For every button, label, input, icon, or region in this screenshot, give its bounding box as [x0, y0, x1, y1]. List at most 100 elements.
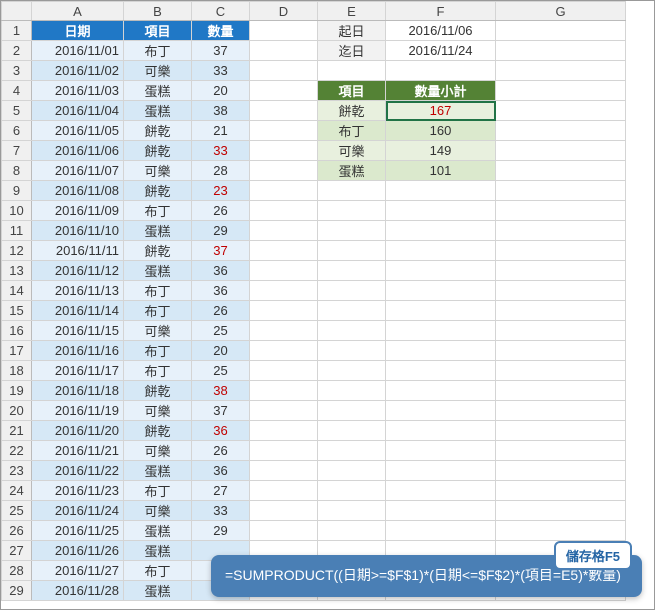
cell-A1[interactable]: 日期: [32, 21, 124, 41]
cell-C20[interactable]: 37: [192, 401, 250, 421]
cell-C1[interactable]: 數量: [192, 21, 250, 41]
cell-A13[interactable]: 2016/11/12: [32, 261, 124, 281]
row-13[interactable]: 13: [2, 261, 32, 281]
cell-G5[interactable]: [496, 101, 626, 121]
cell-D25[interactable]: [250, 501, 318, 521]
cell-E14[interactable]: [318, 281, 386, 301]
row-5[interactable]: 5: [2, 101, 32, 121]
cell-A22[interactable]: 2016/11/21: [32, 441, 124, 461]
cell-G18[interactable]: [496, 361, 626, 381]
cell-E17[interactable]: [318, 341, 386, 361]
cell-F4[interactable]: 數量小計: [386, 81, 496, 101]
cell-G15[interactable]: [496, 301, 626, 321]
cell-F18[interactable]: [386, 361, 496, 381]
cell-F16[interactable]: [386, 321, 496, 341]
cell-B8[interactable]: 可樂: [124, 161, 192, 181]
cell-G8[interactable]: [496, 161, 626, 181]
cell-E1[interactable]: 起日: [318, 21, 386, 41]
cell-F17[interactable]: [386, 341, 496, 361]
cell-B19[interactable]: 餅乾: [124, 381, 192, 401]
cell-B22[interactable]: 可樂: [124, 441, 192, 461]
cell-C21[interactable]: 36: [192, 421, 250, 441]
cell-A20[interactable]: 2016/11/19: [32, 401, 124, 421]
cell-B18[interactable]: 布丁: [124, 361, 192, 381]
cell-F1[interactable]: 2016/11/06: [386, 21, 496, 41]
row-19[interactable]: 19: [2, 381, 32, 401]
select-all-corner[interactable]: [2, 2, 32, 21]
cell-E25[interactable]: [318, 501, 386, 521]
cell-F7[interactable]: 149: [386, 141, 496, 161]
row-8[interactable]: 8: [2, 161, 32, 181]
col-D[interactable]: D: [250, 2, 318, 21]
cell-E2[interactable]: 迄日: [318, 41, 386, 61]
row-2[interactable]: 2: [2, 41, 32, 61]
row-24[interactable]: 24: [2, 481, 32, 501]
cell-C2[interactable]: 37: [192, 41, 250, 61]
cell-G1[interactable]: [496, 21, 626, 41]
cell-F3[interactable]: [386, 61, 496, 81]
cell-B11[interactable]: 蛋糕: [124, 221, 192, 241]
cell-E13[interactable]: [318, 261, 386, 281]
col-G[interactable]: G: [496, 2, 626, 21]
cell-E12[interactable]: [318, 241, 386, 261]
cell-C18[interactable]: 25: [192, 361, 250, 381]
cell-D5[interactable]: [250, 101, 318, 121]
row-1[interactable]: 1: [2, 21, 32, 41]
col-A[interactable]: A: [32, 2, 124, 21]
cell-F26[interactable]: [386, 521, 496, 541]
cell-C5[interactable]: 38: [192, 101, 250, 121]
cell-B1[interactable]: 項目: [124, 21, 192, 41]
cell-E15[interactable]: [318, 301, 386, 321]
cell-B14[interactable]: 布丁: [124, 281, 192, 301]
cell-B23[interactable]: 蛋糕: [124, 461, 192, 481]
cell-E16[interactable]: [318, 321, 386, 341]
cell-E20[interactable]: [318, 401, 386, 421]
cell-C7[interactable]: 33: [192, 141, 250, 161]
row-7[interactable]: 7: [2, 141, 32, 161]
cell-F12[interactable]: [386, 241, 496, 261]
cell-A10[interactable]: 2016/11/09: [32, 201, 124, 221]
cell-F15[interactable]: [386, 301, 496, 321]
cell-E8[interactable]: 蛋糕: [318, 161, 386, 181]
cell-C13[interactable]: 36: [192, 261, 250, 281]
cell-C8[interactable]: 28: [192, 161, 250, 181]
cell-B6[interactable]: 餅乾: [124, 121, 192, 141]
cell-F13[interactable]: [386, 261, 496, 281]
cell-D18[interactable]: [250, 361, 318, 381]
cell-G13[interactable]: [496, 261, 626, 281]
row-9[interactable]: 9: [2, 181, 32, 201]
cell-G9[interactable]: [496, 181, 626, 201]
cell-A3[interactable]: 2016/11/02: [32, 61, 124, 81]
cell-F19[interactable]: [386, 381, 496, 401]
row-14[interactable]: 14: [2, 281, 32, 301]
cell-D24[interactable]: [250, 481, 318, 501]
cell-D7[interactable]: [250, 141, 318, 161]
cell-A29[interactable]: 2016/11/28: [32, 581, 124, 601]
cell-B2[interactable]: 布丁: [124, 41, 192, 61]
cell-F24[interactable]: [386, 481, 496, 501]
cell-D8[interactable]: [250, 161, 318, 181]
cell-G16[interactable]: [496, 321, 626, 341]
cell-A15[interactable]: 2016/11/14: [32, 301, 124, 321]
row-27[interactable]: 27: [2, 541, 32, 561]
cell-A2[interactable]: 2016/11/01: [32, 41, 124, 61]
cell-A12[interactable]: 2016/11/11: [32, 241, 124, 261]
cell-A16[interactable]: 2016/11/15: [32, 321, 124, 341]
cell-G22[interactable]: [496, 441, 626, 461]
cell-D1[interactable]: [250, 21, 318, 41]
cell-G7[interactable]: [496, 141, 626, 161]
cell-B16[interactable]: 可樂: [124, 321, 192, 341]
cell-G6[interactable]: [496, 121, 626, 141]
cell-C15[interactable]: 26: [192, 301, 250, 321]
cell-C23[interactable]: 36: [192, 461, 250, 481]
cell-E4[interactable]: 項目: [318, 81, 386, 101]
cell-C17[interactable]: 20: [192, 341, 250, 361]
cell-E5[interactable]: 餅乾: [318, 101, 386, 121]
cell-B20[interactable]: 可樂: [124, 401, 192, 421]
cell-A8[interactable]: 2016/11/07: [32, 161, 124, 181]
cell-F14[interactable]: [386, 281, 496, 301]
cell-G10[interactable]: [496, 201, 626, 221]
cell-A9[interactable]: 2016/11/08: [32, 181, 124, 201]
cell-C3[interactable]: 33: [192, 61, 250, 81]
cell-C11[interactable]: 29: [192, 221, 250, 241]
